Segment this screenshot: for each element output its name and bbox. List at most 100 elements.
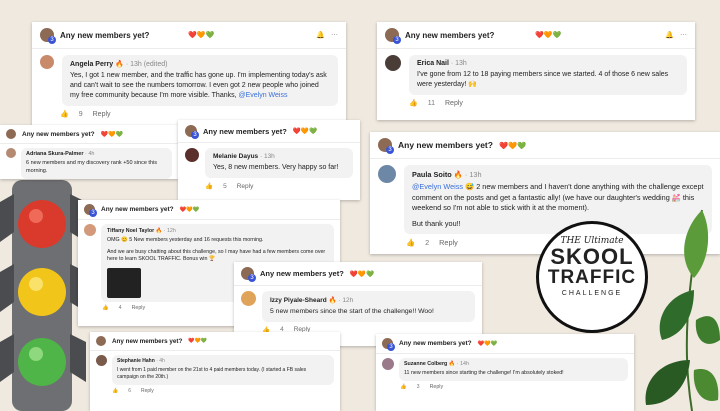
like-count: 5 — [223, 182, 227, 190]
avatar: 3 — [185, 125, 199, 139]
reply-button[interactable]: Reply — [237, 183, 254, 190]
hearts: ❤️🧡💚 — [179, 206, 200, 213]
attachment-thumbnail[interactable] — [107, 268, 141, 299]
mention-link[interactable]: @Evelyn Weiss — [239, 92, 288, 99]
like-count: 9 — [78, 110, 83, 118]
comment-card-adriana: Any new members yet? ❤️🧡💚 Adriana Skura-… — [0, 125, 178, 179]
red-light — [18, 200, 66, 248]
comment-text: Yes, I got 1 new member, and the traffic… — [70, 72, 327, 100]
hearts: ❤️🧡💚 — [477, 340, 498, 347]
avatar — [385, 55, 401, 71]
post-title: Any new members yet? — [60, 30, 150, 40]
author-name[interactable]: Melanie Dayus — [213, 153, 258, 160]
thumbs-up-icon[interactable]: 👍 — [400, 384, 407, 390]
thumbs-up-icon[interactable]: 👍 — [409, 99, 418, 107]
avatar — [40, 55, 54, 69]
comment-text: 11 new members since starting the challe… — [404, 370, 564, 376]
thumbs-up-icon[interactable]: 👍 — [102, 305, 109, 311]
hearts: ❤️🧡💚 — [349, 270, 375, 278]
author-name[interactable]: Paula Soito 🔥 — [412, 170, 463, 179]
comment-bubble: Melanie Dayus · 13h Yes, 8 new members. … — [205, 148, 353, 179]
avatar: 3 — [378, 138, 394, 154]
author-name[interactable]: Stephanie Hahn — [117, 358, 155, 364]
comment-bubble: Izzy Piyale-Sheard 🔥 · 12h 5 new members… — [262, 291, 475, 322]
like-count: 3 — [416, 383, 420, 390]
green-light — [18, 338, 66, 386]
thumbs-up-icon[interactable]: 👍 — [60, 110, 69, 118]
comment-bubble: Stephanie Hahn · 4h I went from 1 paid m… — [112, 355, 334, 385]
comment-bubble: Suzanne Colberg 🔥 · 14h 11 new members s… — [399, 358, 628, 381]
logo-line-4: CHALLENGE — [561, 290, 623, 297]
comment-text: I've gone from 12 to 18 paying members s… — [417, 71, 669, 89]
avatar: 3 — [382, 338, 395, 351]
author-name[interactable]: Tiffany Noel Taylor 🔥 — [107, 228, 162, 234]
comment-bubble: Angela Perry 🔥 · 13h (edited) Yes, I got… — [62, 55, 338, 107]
reply-button[interactable]: Reply — [445, 100, 463, 107]
post-title: Any new members yet? — [260, 269, 344, 278]
hearts: ❤️🧡💚 — [188, 338, 208, 344]
avatar — [6, 148, 16, 158]
avatar: 3 — [241, 267, 256, 282]
post-title: Any new members yet? — [112, 337, 183, 345]
post-header: 3 Any new members yet? ❤️🧡💚 🔔 ⋯ — [32, 22, 346, 49]
thumbs-up-icon[interactable]: 👍 — [406, 238, 415, 247]
author-name[interactable]: Suzanne Colberg 🔥 — [404, 361, 455, 367]
comment-card-suzanne: 3 Any new members yet? ❤️🧡💚 Suzanne Colb… — [376, 334, 634, 411]
avatar: 3 — [84, 204, 97, 217]
comment-bubble: Adriana Skura-Palmer · 4h 6 new members … — [21, 148, 172, 179]
author-name[interactable]: Angela Perry 🔥 — [70, 61, 124, 68]
logo-line-2: SKOOL — [550, 244, 634, 269]
reply-button[interactable]: Reply — [430, 384, 444, 390]
like-count: 4 — [118, 305, 122, 312]
author-name[interactable]: Erica Nail — [417, 60, 449, 67]
like-count: 2 — [425, 238, 430, 248]
avatar: 3 — [40, 28, 56, 44]
like-count: 6 — [128, 387, 132, 394]
post-title: Any new members yet? — [22, 130, 95, 138]
reply-button[interactable]: Reply — [93, 111, 111, 118]
post-title: Any new members yet? — [405, 30, 495, 40]
bell-icon[interactable]: 🔔 — [665, 31, 674, 39]
leaves-decoration — [645, 209, 720, 411]
comment-text: 6 new members and my discovery rank +50 … — [26, 160, 157, 174]
comment-text: Yes, 8 new members. Very happy so far! — [213, 164, 339, 171]
avatar — [6, 129, 16, 139]
avatar: 3 — [385, 28, 401, 44]
comment-text: OMG 😊 5 New members yesterday and 16 req… — [107, 237, 264, 243]
hearts: ❤️🧡💚 — [292, 128, 318, 135]
comment-text: 5 new members since the start of the cha… — [270, 308, 434, 315]
mention-link[interactable]: @Evelyn Weiss — [412, 182, 463, 191]
reply-button[interactable]: Reply — [132, 305, 146, 311]
hearts: ❤️🧡💚 — [535, 32, 562, 39]
ellipsis-icon[interactable]: ⋯ — [680, 31, 687, 39]
comment-card-stephanie: Any new members yet? ❤️🧡💚 Stephanie Hahn… — [90, 332, 340, 411]
post-title: Any new members yet? — [398, 140, 493, 150]
thumbs-up-icon[interactable]: 👍 — [112, 388, 118, 394]
yellow-light — [18, 268, 66, 316]
avatar — [382, 358, 394, 370]
bell-icon[interactable]: 🔔 — [316, 31, 325, 39]
avatar — [185, 148, 199, 162]
avatar — [96, 336, 106, 346]
reply-button[interactable]: Reply — [141, 388, 154, 394]
avatar — [378, 165, 396, 183]
logo-line-3: TRAFFIC — [547, 267, 637, 288]
ellipsis-icon[interactable]: ⋯ — [331, 31, 338, 39]
comment-card-angela: 3 Any new members yet? ❤️🧡💚 🔔 ⋯ Angela P… — [32, 22, 346, 126]
comment-text: I went from 1 paid member on the 21st to… — [117, 367, 307, 381]
hearts: ❤️🧡💚 — [100, 131, 124, 138]
like-count: 11 — [427, 99, 435, 107]
avatar — [96, 355, 107, 366]
author-name[interactable]: Izzy Piyale-Sheard 🔥 — [270, 297, 337, 304]
hearts: ❤️🧡💚 — [498, 140, 527, 150]
thumbs-up-icon[interactable]: 👍 — [205, 182, 213, 190]
reply-button[interactable]: Reply — [439, 238, 458, 247]
hearts: ❤️🧡💚 — [188, 32, 215, 39]
comment-card-erica: 3 Any new members yet? ❤️🧡💚 🔔 ⋯ Erica Na… — [377, 22, 695, 120]
avatar — [241, 291, 256, 306]
post-title: Any new members yet? — [203, 126, 287, 136]
post-title: Any new members yet? — [399, 340, 472, 347]
comment-bubble: Erica Nail · 13h I've gone from 12 to 18… — [409, 55, 687, 96]
post-title: Any new members yet? — [101, 206, 174, 213]
author-name[interactable]: Adriana Skura-Palmer — [26, 151, 83, 157]
